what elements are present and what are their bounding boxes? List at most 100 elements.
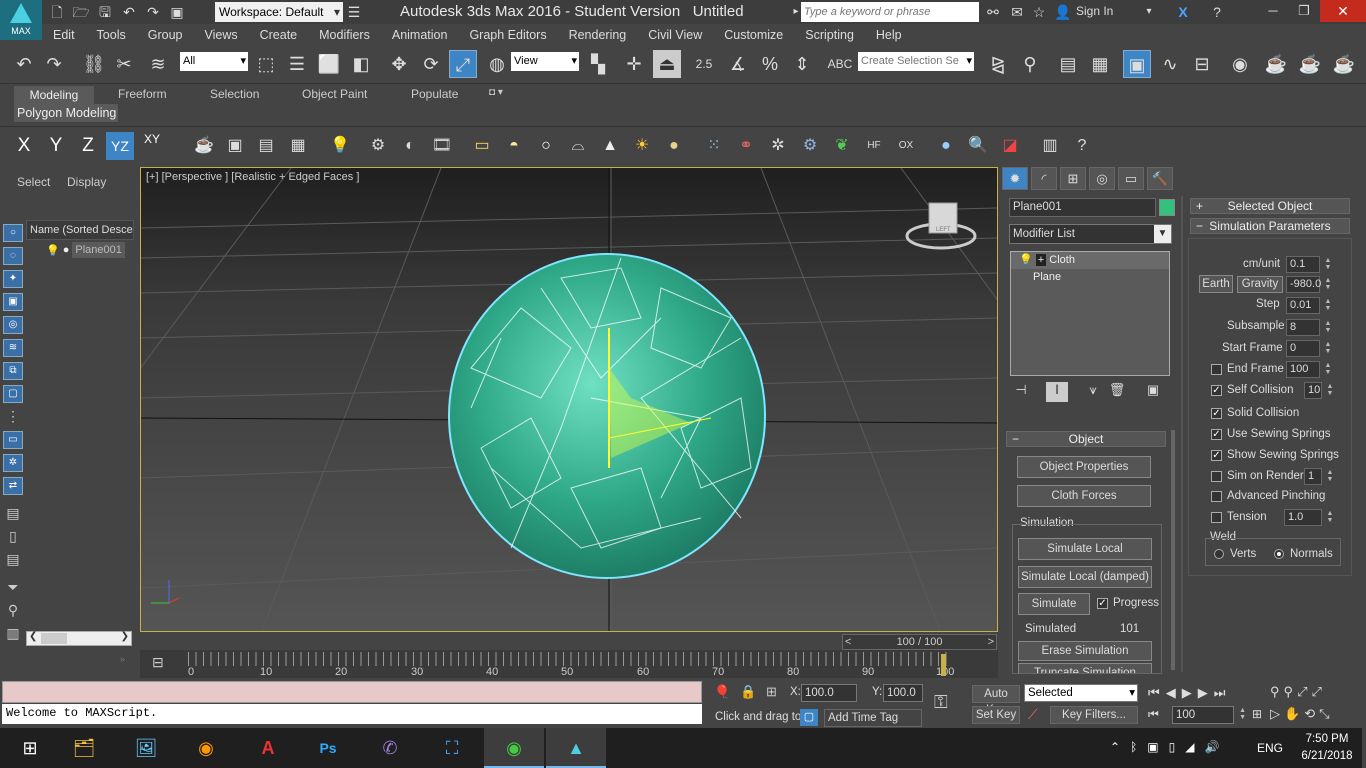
select-by-name-icon[interactable]: ☰ bbox=[283, 50, 311, 78]
auto-key-button[interactable]: Auto Key bbox=[972, 685, 1020, 716]
gravity-spinner[interactable]: -980.0 ▲ ▼ bbox=[1286, 276, 1331, 293]
collapse-icon[interactable]: » bbox=[120, 654, 125, 664]
simulate-local-damped-button[interactable]: Simulate Local (damped) bbox=[1018, 566, 1152, 588]
select-link-icon[interactable]: ⛓ bbox=[80, 50, 108, 78]
shape-filter-icon[interactable]: ◌ bbox=[3, 247, 23, 265]
menu-graph-editors[interactable]: Graph Editors bbox=[458, 24, 557, 46]
maxscript-listener-input[interactable] bbox=[2, 681, 702, 703]
curve-editor-mini-icon[interactable]: ⊟ bbox=[152, 654, 164, 671]
chrome-canary-icon[interactable]: ◉ bbox=[176, 728, 236, 768]
axis-yz-button[interactable]: YZ bbox=[106, 132, 134, 160]
customize-qat-icon[interactable]: ☰ bbox=[345, 3, 363, 21]
menu-views[interactable]: Views bbox=[193, 24, 248, 46]
go-to-end-icon[interactable]: ⏭ bbox=[1214, 685, 1226, 701]
hierarchy-tab-icon[interactable]: ⊞ bbox=[1060, 167, 1086, 190]
scene-explorer-icon[interactable]: ▣ bbox=[1123, 50, 1151, 78]
cloth-forces-button[interactable]: Cloth Forces bbox=[1017, 485, 1151, 507]
reference-coordinate-dropdown[interactable]: View ▾ bbox=[511, 52, 579, 71]
next-frame-icon[interactable]: > bbox=[988, 635, 994, 649]
photos-icon[interactable]: 🖼 bbox=[116, 728, 176, 768]
angle-snap-icon[interactable]: ∡ bbox=[724, 50, 752, 78]
menu-create[interactable]: Create bbox=[249, 24, 309, 46]
redo-icon[interactable]: ↷ bbox=[40, 50, 68, 78]
lightbulb-icon[interactable]: 💡 bbox=[1019, 254, 1033, 266]
lightbulb-icon[interactable]: 💡 bbox=[46, 244, 60, 257]
favorites-star-icon[interactable]: ☆ bbox=[1030, 3, 1048, 21]
menu-group[interactable]: Group bbox=[137, 24, 194, 46]
film-icon[interactable]: 🎞 bbox=[428, 132, 456, 160]
geosphere-icon[interactable]: ⌓ bbox=[564, 132, 592, 160]
sign-in-dropdown-icon[interactable]: ▾ bbox=[1140, 3, 1158, 21]
absolute-mode-icon[interactable]: ⊞ bbox=[766, 684, 777, 700]
object-color-swatch[interactable] bbox=[1159, 199, 1175, 216]
maxscript-output[interactable]: Welcome to MAXScript. bbox=[2, 704, 702, 724]
half-sphere-icon[interactable]: ◐ bbox=[396, 132, 424, 160]
perspective-viewport[interactable]: LEFT [+] [Perspective ] [Realistic + Edg… bbox=[140, 167, 998, 632]
erase-simulation-button[interactable]: Erase Simulation bbox=[1018, 641, 1152, 661]
bluetooth-icon[interactable]: ᛒ bbox=[1130, 740, 1137, 754]
ribbon-toggle-icon[interactable]: ▦ bbox=[1086, 50, 1114, 78]
menu-edit[interactable]: Edit bbox=[42, 24, 86, 46]
sheet-icon[interactable]: ▤ bbox=[3, 551, 23, 569]
photoshop-icon[interactable]: Ps bbox=[298, 728, 358, 768]
axis-xy-button[interactable]: XY bbox=[138, 132, 166, 160]
go-to-start-icon[interactable]: ⏮ bbox=[1148, 685, 1160, 701]
tension-spinner[interactable]: 1.0 ▲ ▼ bbox=[1284, 509, 1333, 526]
use-sewing-springs-checkbox[interactable]: ✓ bbox=[1211, 429, 1222, 440]
rotate-icon[interactable]: ⟳ bbox=[417, 50, 445, 78]
app-menu-button[interactable]: MAX bbox=[0, 0, 42, 40]
explorer-horizontal-scrollbar[interactable]: ❮ ❯ bbox=[26, 631, 132, 646]
particle-grid-icon[interactable]: ⁙ bbox=[700, 132, 728, 160]
make-unique-icon[interactable]: ⩛ bbox=[1082, 382, 1104, 402]
current-frame-field[interactable]: 100 ▲ ▼ bbox=[1172, 706, 1246, 724]
selection-icon[interactable]: 🎈 bbox=[714, 684, 730, 700]
geometry-filter-icon[interactable]: ○ bbox=[3, 224, 23, 242]
key-mode-toggle-icon[interactable]: ⏮ bbox=[1148, 707, 1159, 722]
filter-icon[interactable]: ⏷ bbox=[3, 579, 23, 597]
light-lister-icon[interactable]: 💡 bbox=[326, 132, 354, 160]
new-file-icon[interactable]: 🗋 bbox=[48, 3, 66, 21]
remove-modifier-icon[interactable]: 🗑 bbox=[1106, 382, 1128, 402]
menu-animation[interactable]: Animation bbox=[381, 24, 459, 46]
snap-toggle[interactable]: 2.5 bbox=[690, 50, 718, 78]
show-end-result-icon[interactable]: Ⅰ bbox=[1046, 382, 1068, 402]
network-icon[interactable]: ▣ bbox=[1147, 740, 1158, 754]
configure-sets-icon[interactable]: ▣ bbox=[1142, 382, 1164, 402]
curve-editor-icon[interactable]: ∿ bbox=[1156, 50, 1184, 78]
list-view-icon[interactable]: ▤ bbox=[3, 505, 23, 523]
utilities-tab-icon[interactable]: 🔨 bbox=[1147, 167, 1173, 190]
container-icon[interactable]: ▥ bbox=[1036, 132, 1064, 160]
open-file-icon[interactable]: 🗁 bbox=[72, 3, 90, 21]
move-icon[interactable]: ✥ bbox=[385, 50, 413, 78]
biped-icon[interactable]: ⚙ bbox=[364, 132, 392, 160]
tab-freeform[interactable]: Freeform bbox=[118, 87, 167, 101]
snipping-tool-icon[interactable]: ⛶ bbox=[422, 728, 482, 768]
select-object-icon[interactable]: ⬚ bbox=[252, 50, 280, 78]
gear-icon[interactable]: ⚙ bbox=[796, 132, 824, 160]
previous-frame-icon[interactable]: < bbox=[845, 635, 851, 649]
layer-icon[interactable]: ▥ bbox=[3, 625, 23, 643]
axis-x-button[interactable]: X bbox=[10, 132, 38, 160]
table-icon[interactable]: ▦ bbox=[284, 132, 312, 160]
default-tangent-icon[interactable]: ⟋ bbox=[1028, 706, 1038, 723]
cone-icon[interactable]: ▲ bbox=[596, 132, 624, 160]
progress-checkbox[interactable]: ✓ bbox=[1097, 598, 1108, 609]
maximize-viewport-icon[interactable]: ⤡ bbox=[1319, 706, 1329, 722]
expand-plus-icon[interactable]: + bbox=[1035, 254, 1047, 266]
add-time-tag-field[interactable]: Add Time Tag bbox=[824, 709, 922, 727]
close-button[interactable]: ✕ bbox=[1320, 0, 1366, 22]
normals-radio[interactable] bbox=[1274, 549, 1284, 559]
hemisphere-icon[interactable]: ◓ bbox=[500, 132, 528, 160]
play-icon[interactable]: ▶ bbox=[1182, 685, 1192, 701]
set-keys-icon[interactable]: ⚿ bbox=[934, 692, 948, 713]
render-production-icon[interactable]: ☕ bbox=[1330, 50, 1358, 78]
binoculars-icon[interactable]: ⚯ bbox=[984, 3, 1002, 21]
truncate-simulation-button[interactable]: Truncate Simulation bbox=[1018, 663, 1152, 673]
lock-icon[interactable]: 🔒 bbox=[740, 684, 756, 700]
tab-display[interactable]: Display bbox=[67, 175, 106, 189]
script-editor-icon[interactable]: ▤ bbox=[252, 132, 280, 160]
sim-on-render-spinner[interactable]: 1 ▲ ▼ bbox=[1304, 468, 1333, 485]
pan-hand-icon[interactable]: ✋ bbox=[1284, 706, 1300, 722]
invert-display-icon[interactable]: ⇄ bbox=[3, 477, 23, 495]
user-icon[interactable]: 👤 bbox=[1054, 3, 1072, 21]
